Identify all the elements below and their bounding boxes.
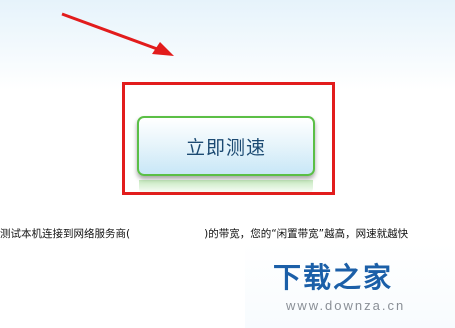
description-text-end: )的带宽，您的“闲置带宽”越高，网速就越快 xyxy=(204,228,409,240)
watermark-title: 下载之家 xyxy=(273,261,394,294)
button-reflection xyxy=(139,180,313,194)
watermark-url: www.downza.cn xyxy=(286,298,406,313)
speed-test-button[interactable]: 立即测速 xyxy=(137,116,315,176)
speed-test-button-label: 立即测速 xyxy=(185,136,266,159)
watermark-logo: 下载之家 www.downza.cn xyxy=(245,243,455,328)
description-text-start: 测试本机连接到网络服务商( xyxy=(0,228,131,240)
speed-test-description: 测试本机连接到网络服务商( )的带宽，您的“闲置带宽”越高，网速就越快 xyxy=(0,225,455,243)
